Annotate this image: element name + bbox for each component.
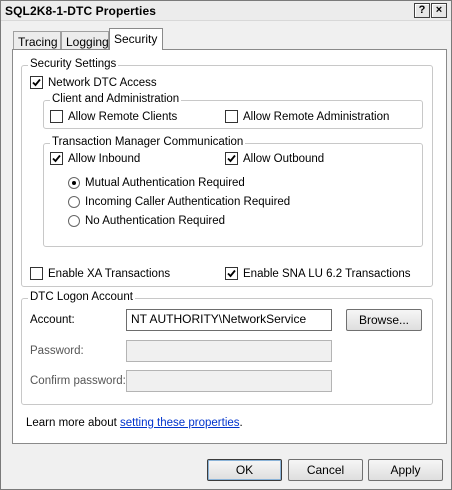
allow-outbound-label: Allow Outbound xyxy=(243,152,325,165)
allow-remote-clients-label: Allow Remote Clients xyxy=(68,110,178,123)
close-button[interactable]: × xyxy=(431,3,447,18)
help-button[interactable]: ? xyxy=(414,3,430,18)
checkbox-box xyxy=(30,267,43,280)
password-field[interactable] xyxy=(126,340,332,362)
cancel-button[interactable]: Cancel xyxy=(288,459,363,481)
tab-tracing[interactable]: Tracing xyxy=(13,31,61,50)
account-field[interactable]: NT AUTHORITY\NetworkService xyxy=(126,309,332,331)
allow-remote-clients-checkbox[interactable]: Allow Remote Clients xyxy=(50,110,177,123)
radio-circle xyxy=(68,215,80,227)
enable-sna-checkbox[interactable]: Enable SNA LU 6.2 Transactions xyxy=(225,267,411,280)
security-tab-panel: Security Settings Network DTC Access Cli… xyxy=(12,49,447,444)
checkbox-box xyxy=(225,110,238,123)
radio-circle xyxy=(68,177,80,189)
title-bar[interactable]: SQL2K8-1-DTC Properties ? × xyxy=(1,1,451,21)
checkbox-box xyxy=(50,110,63,123)
mutual-auth-label: Mutual Authentication Required xyxy=(85,177,245,189)
window-title: SQL2K8-1-DTC Properties xyxy=(5,4,156,18)
radio-dot xyxy=(72,181,76,185)
enable-xa-checkbox[interactable]: Enable XA Transactions xyxy=(30,267,170,280)
security-settings-legend: Security Settings xyxy=(28,58,119,70)
confirm-password-field[interactable] xyxy=(126,370,332,392)
allow-outbound-checkbox[interactable]: Allow Outbound xyxy=(225,152,324,165)
incoming-caller-auth-label: Incoming Caller Authentication Required xyxy=(85,196,291,208)
client-admin-legend: Client and Administration xyxy=(50,93,182,105)
password-label: Password: xyxy=(30,345,84,357)
dtc-logon-account-group: DTC Logon Account Account: NT AUTHORITY\… xyxy=(21,291,433,405)
network-dtc-access-checkbox[interactable]: Network DTC Access xyxy=(30,76,157,89)
properties-dialog: SQL2K8-1-DTC Properties ? × Tracing Logg… xyxy=(0,0,452,490)
radio-circle xyxy=(68,196,80,208)
tab-logging[interactable]: Logging xyxy=(61,31,109,50)
client-admin-group: Client and Administration Allow Remote C… xyxy=(43,93,423,129)
checkbox-box xyxy=(225,267,238,280)
no-auth-label: No Authentication Required xyxy=(85,215,226,227)
dtc-logon-account-legend: DTC Logon Account xyxy=(28,291,135,303)
tm-communication-legend: Transaction Manager Communication xyxy=(50,136,246,148)
incoming-caller-auth-radio[interactable]: Incoming Caller Authentication Required xyxy=(68,196,290,208)
apply-button[interactable]: Apply xyxy=(368,459,443,481)
browse-button[interactable]: Browse... xyxy=(346,309,422,331)
account-label: Account: xyxy=(30,314,75,326)
allow-remote-admin-label: Allow Remote Administration xyxy=(243,110,390,123)
checkbox-box xyxy=(30,76,43,89)
allow-inbound-checkbox[interactable]: Allow Inbound xyxy=(50,152,140,165)
allow-remote-admin-checkbox[interactable]: Allow Remote Administration xyxy=(225,110,389,123)
checkmark-icon xyxy=(52,154,61,163)
security-settings-group: Security Settings Network DTC Access Cli… xyxy=(21,58,433,287)
checkmark-icon xyxy=(227,154,236,163)
confirm-password-label: Confirm password: xyxy=(30,375,126,387)
checkbox-box xyxy=(225,152,238,165)
no-auth-radio[interactable]: No Authentication Required xyxy=(68,215,225,227)
tab-security[interactable]: Security xyxy=(109,28,163,50)
network-dtc-access-label: Network DTC Access xyxy=(48,76,157,89)
learn-more-text: Learn more about setting these propertie… xyxy=(26,417,243,429)
ok-button[interactable]: OK xyxy=(207,459,282,481)
mutual-auth-radio[interactable]: Mutual Authentication Required xyxy=(68,177,245,189)
allow-inbound-label: Allow Inbound xyxy=(68,152,141,165)
enable-xa-label: Enable XA Transactions xyxy=(48,267,171,280)
checkmark-icon xyxy=(227,269,236,278)
enable-sna-label: Enable SNA LU 6.2 Transactions xyxy=(243,267,411,280)
learn-more-prefix: Learn more about xyxy=(26,417,120,429)
checkmark-icon xyxy=(32,78,41,87)
tm-communication-group: Transaction Manager Communication Allow … xyxy=(43,136,423,247)
checkbox-box xyxy=(50,152,63,165)
learn-more-suffix: . xyxy=(239,417,243,429)
learn-more-link[interactable]: setting these properties xyxy=(120,417,240,429)
